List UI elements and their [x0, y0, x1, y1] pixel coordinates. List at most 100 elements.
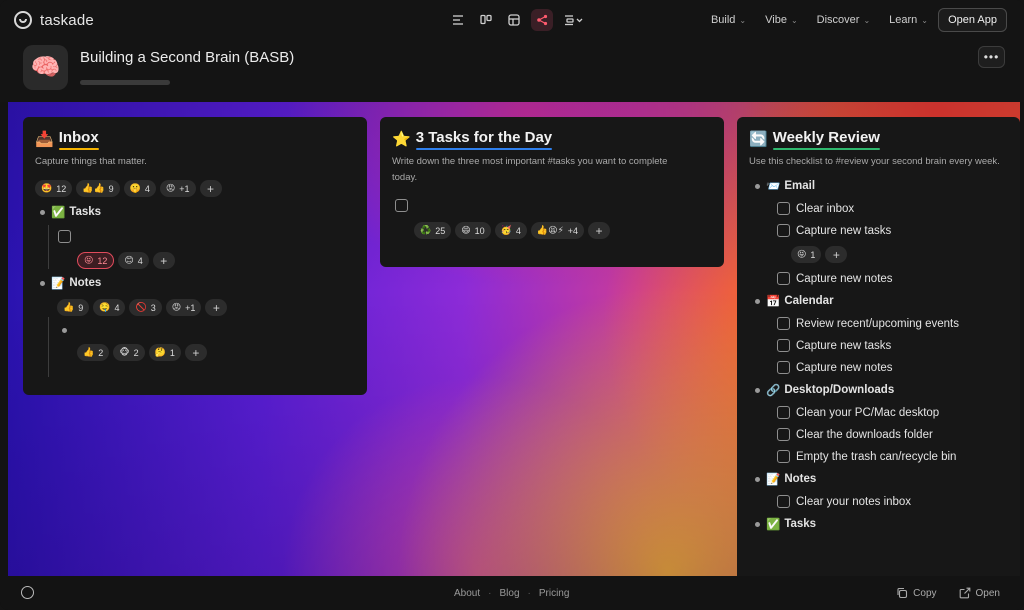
task-checkbox[interactable] [777, 450, 790, 463]
check-mark-icon: ✅ [766, 519, 781, 531]
task-checkbox[interactable] [395, 199, 408, 212]
reaction-chip[interactable]: ♻️ 25 [414, 222, 452, 239]
bullet-icon [755, 521, 760, 527]
taskade-logo-icon [14, 11, 32, 29]
task-checkbox[interactable] [777, 428, 790, 441]
separator-dot: · [527, 587, 531, 599]
checklist-item[interactable]: Clear the downloads folder [777, 428, 1008, 441]
reaction-count: 9 [78, 302, 84, 313]
checklist-item[interactable]: Clear inbox [777, 202, 1008, 215]
inbox-tray-icon: 📥 [35, 130, 54, 148]
open-button[interactable]: Open [959, 587, 1000, 599]
reaction-chip[interactable]: 🤤 4 [93, 299, 126, 316]
reaction-chip[interactable]: 😊 4 [118, 252, 149, 269]
task-checkbox[interactable] [777, 224, 790, 237]
checklist-item[interactable]: Empty the trash can/recycle bin [777, 450, 1008, 463]
notes-section[interactable]: 📝 Notes [755, 472, 1008, 486]
task-checkbox[interactable] [777, 361, 790, 374]
checklist-item[interactable]: Review recent/upcoming events [777, 317, 1008, 330]
reaction-chip[interactable]: 👍👍 9 [76, 180, 120, 197]
checklist-item[interactable]: Clear your notes inbox [777, 495, 1008, 508]
nav-vibe[interactable]: Vibe ⌄ [765, 14, 798, 26]
footer-link-about[interactable]: About [454, 588, 480, 599]
reaction-chip[interactable]: 🤫 4 [123, 180, 156, 197]
add-reaction-button[interactable]: + [184, 344, 207, 361]
reaction-chip[interactable]: 👍😫⚡ +4 [530, 222, 585, 239]
notes-child-node[interactable] [62, 328, 355, 333]
add-reaction-button[interactable]: + [205, 299, 228, 316]
envelope-icon: 📨 [766, 181, 781, 193]
checklist-item[interactable]: Capture new tasks [777, 224, 1008, 237]
add-reaction-button[interactable]: + [825, 246, 848, 263]
footer-link-blog[interactable]: Blog [499, 588, 519, 599]
inbox-card[interactable]: 📥 Inbox Capture things that matter. 🤩 12 … [23, 117, 367, 395]
add-reaction-button[interactable]: + [199, 180, 222, 197]
inbox-description: Capture things that matter. [35, 156, 147, 167]
mindmap-view-icon[interactable] [531, 9, 553, 31]
weekly-review-card[interactable]: 🔄 Weekly Review Use this checklist to #r… [737, 117, 1020, 576]
tasks-section[interactable]: ✅ Tasks [755, 517, 1008, 531]
footer-link-pricing[interactable]: Pricing [539, 588, 570, 599]
add-reaction-button[interactable]: + [152, 252, 175, 269]
reaction-emoji: 👍 [63, 302, 75, 312]
inbox-notes-node[interactable]: 📝 Notes [40, 276, 355, 290]
board-canvas[interactable]: 📥 Inbox Capture things that matter. 🤩 12 … [8, 102, 1020, 576]
reaction-chip[interactable]: 🚫 3 [129, 299, 162, 316]
email-label: Email [784, 180, 816, 192]
reaction-chip[interactable]: 🥳 4 [494, 222, 527, 239]
section-label: 📝 Notes [51, 276, 101, 290]
reaction-chip[interactable]: 👍 9 [57, 299, 90, 316]
task-checkbox[interactable] [777, 495, 790, 508]
reaction-chip[interactable]: 🐵 2 [113, 344, 145, 361]
reaction-chip[interactable]: 🤩 12 [35, 180, 73, 197]
app-window: taskade Build ⌄ Vibe ⌄ Discover ⌄ Learn ⌄ [0, 0, 1024, 610]
checklist-item[interactable]: Capture new tasks [777, 339, 1008, 352]
list-view-icon[interactable] [447, 9, 469, 31]
table-view-icon[interactable] [503, 9, 525, 31]
task-checkbox[interactable] [777, 406, 790, 419]
bullet-icon [40, 280, 45, 286]
reaction-chip[interactable]: 😡 +1 [165, 299, 202, 316]
checklist-item[interactable]: Capture new notes [777, 272, 1008, 285]
calendar-section[interactable]: 📅 Calendar [755, 294, 1008, 308]
reaction-chip[interactable]: 🤔 1 [148, 344, 181, 361]
reaction-chip[interactable]: 😝 1 [791, 246, 822, 263]
add-reaction-button[interactable]: + [588, 222, 611, 239]
task-checkbox[interactable] [777, 339, 790, 352]
more-views-icon[interactable] [559, 9, 589, 31]
reaction-chip[interactable]: 👍 2 [77, 344, 110, 361]
nav-discover[interactable]: Discover ⌄ [817, 14, 871, 26]
inbox-tasks-child[interactable] [58, 230, 355, 243]
reaction-emoji: 😝 [797, 249, 807, 259]
project-progress-bar [80, 80, 170, 85]
three-tasks-card[interactable]: ⭐ 3 Tasks for the Day Write down the thr… [380, 117, 724, 267]
task-checkbox[interactable] [58, 230, 71, 243]
three-tasks-title: ⭐ 3 Tasks for the Day [392, 129, 712, 150]
email-section[interactable]: 📨 Email [755, 179, 1008, 193]
more-options-button[interactable]: ••• [978, 46, 1005, 68]
three-tasks-description: Write down the three most important #tas… [392, 156, 668, 183]
task-checkbox[interactable] [777, 272, 790, 285]
reaction-chip[interactable]: 😄 10 [455, 222, 491, 239]
reaction-chip[interactable]: 😝 12 [77, 252, 115, 269]
task-checkbox[interactable] [777, 317, 790, 330]
taskade-logo-icon[interactable] [21, 586, 34, 599]
reaction-chip[interactable]: 😡 +1 [159, 180, 196, 197]
inbox-tasks-node[interactable]: ✅ Tasks [40, 205, 355, 219]
checklist-item[interactable]: Capture new notes [777, 361, 1008, 374]
brand[interactable]: taskade [14, 11, 94, 29]
memo-icon: 📝 [766, 474, 781, 486]
nav-learn[interactable]: Learn ⌄ [889, 14, 928, 26]
nav-vibe-label: Vibe [765, 14, 787, 26]
task-checkbox[interactable] [777, 202, 790, 215]
open-app-button[interactable]: Open App [938, 8, 1007, 32]
inbox-reactions: 🤩 12 👍👍 9 🤫 4 😡 +1 + [35, 180, 355, 197]
desktop-section[interactable]: 🔗 Desktop/Downloads [755, 383, 1008, 397]
copy-button[interactable]: Copy [896, 587, 937, 599]
section-label: 🔗 Desktop/Downloads [766, 383, 894, 397]
nav-build[interactable]: Build ⌄ [711, 14, 746, 26]
board-view-icon[interactable] [475, 9, 497, 31]
chevron-down-icon: ⌄ [739, 15, 747, 25]
checklist-item[interactable]: Clean your PC/Mac desktop [777, 406, 1008, 419]
three-tasks-item[interactable] [395, 199, 712, 212]
